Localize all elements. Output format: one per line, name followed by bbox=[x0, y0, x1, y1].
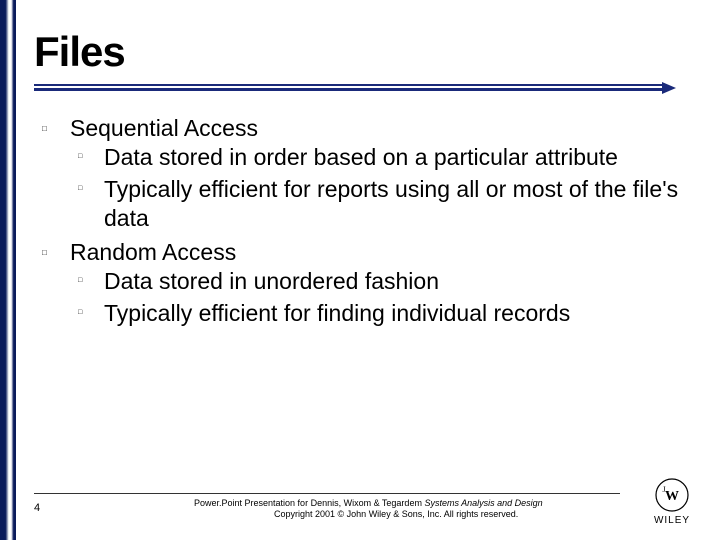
publisher-logo: W J WILEY bbox=[642, 477, 702, 526]
square-bullet-icon: □ bbox=[34, 114, 70, 236]
bullet-sub: Typically efficient for reports using al… bbox=[104, 175, 690, 234]
title-underline bbox=[34, 84, 690, 94]
wiley-logo-icon: W J bbox=[654, 477, 690, 513]
arrow-icon bbox=[662, 82, 676, 94]
square-bullet-icon: □ bbox=[70, 143, 104, 172]
footer-line1-plain: Power.Point Presentation for Dennis, Wix… bbox=[194, 498, 424, 508]
footer-rule bbox=[34, 493, 620, 494]
list-item: □ Data stored in order based on a partic… bbox=[70, 143, 690, 172]
bullet-sub: Data stored in order based on a particul… bbox=[104, 143, 690, 172]
footer-line2: Copyright 2001 © John Wiley & Sons, Inc.… bbox=[194, 509, 620, 520]
slide-body: Files □ Sequential Access □ Data stored … bbox=[16, 0, 720, 540]
square-bullet-icon: □ bbox=[70, 175, 104, 234]
bullet-sub: Data stored in unordered fashion bbox=[104, 267, 690, 296]
footer-line1-italic: Systems Analysis and Design bbox=[424, 498, 542, 508]
list-item: □ Random Access □ Data stored in unorder… bbox=[34, 238, 690, 330]
list-item: □ Typically efficient for reports using … bbox=[70, 175, 690, 234]
slide-title: Files bbox=[34, 28, 690, 76]
svg-text:W: W bbox=[665, 489, 679, 504]
logo-text: WILEY bbox=[642, 515, 702, 526]
bullet-sub: Typically efficient for finding individu… bbox=[104, 299, 690, 328]
content-area: □ Sequential Access □ Data stored in ord… bbox=[34, 114, 690, 330]
square-bullet-icon: □ bbox=[70, 299, 104, 328]
list-item: □ Sequential Access □ Data stored in ord… bbox=[34, 114, 690, 236]
left-stripe bbox=[0, 0, 16, 540]
square-bullet-icon: □ bbox=[70, 267, 104, 296]
footer-text: Power.Point Presentation for Dennis, Wix… bbox=[94, 498, 620, 521]
svg-text:J: J bbox=[662, 485, 665, 494]
page-number: 4 bbox=[34, 498, 54, 514]
list-item: □ Data stored in unordered fashion bbox=[70, 267, 690, 296]
footer: 4 Power.Point Presentation for Dennis, W… bbox=[34, 493, 620, 521]
square-bullet-icon: □ bbox=[34, 238, 70, 330]
bullet-head: Random Access bbox=[70, 238, 690, 267]
list-item: □ Typically efficient for finding indivi… bbox=[70, 299, 690, 328]
bullet-head: Sequential Access bbox=[70, 114, 690, 143]
